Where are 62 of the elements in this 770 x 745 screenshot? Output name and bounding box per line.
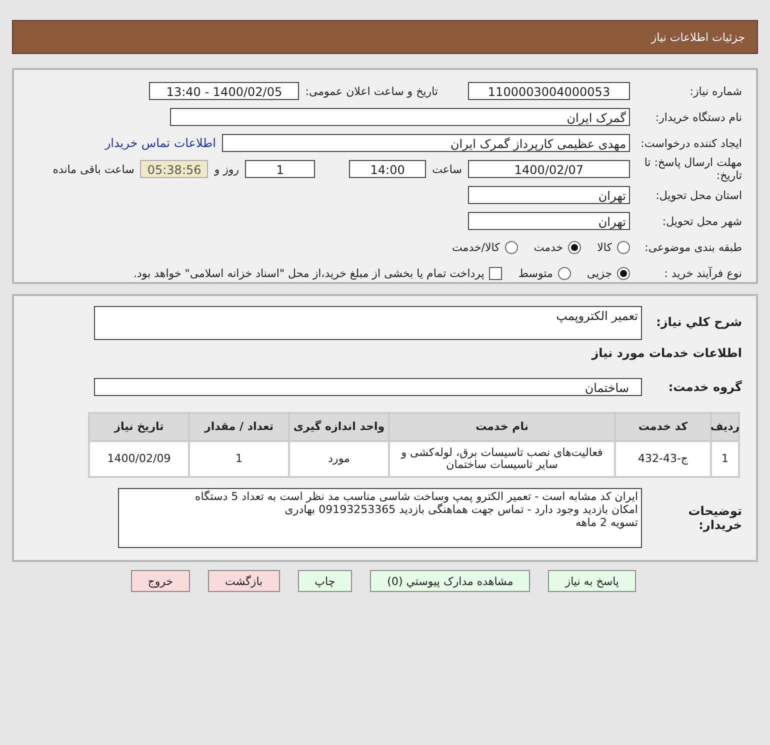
column-header: ردیف — [711, 413, 739, 441]
radio-button[interactable] — [617, 240, 630, 254]
buyer-contact-link[interactable]: اطلاعات تماس خریدار — [104, 136, 216, 150]
notes-line: تسویه 2 ماهه — [574, 516, 638, 529]
table-cell: 1 — [711, 441, 739, 477]
field-label: نام دستگاه خریدار: — [654, 110, 742, 124]
radio-label: جزیی — [586, 266, 612, 280]
requester-field: مهدی عظیمی کارپرداز گمرک ایران — [222, 134, 630, 152]
announce-date-field: 1400/02/05 - 13:40 — [149, 82, 300, 100]
table-cell: ج-43-432 — [615, 441, 711, 477]
table-cell: 1400/02/09 — [89, 441, 189, 477]
field-label: توضیحات خریدار: — [687, 504, 742, 532]
field-label: گروه خدمت: — [667, 380, 742, 394]
radio-label: کالا/خدمت — [452, 240, 500, 254]
field-label: مهلت ارسال پاسخ: تا تاریخ: — [643, 156, 742, 182]
column-header: تعداد / مقدار — [189, 413, 289, 441]
page-title: جزئیات اطلاعات نیاز — [651, 30, 745, 44]
action-button[interactable]: خروج — [130, 570, 190, 592]
radio-button[interactable] — [568, 240, 582, 254]
service-group-field: ساختمان — [94, 378, 642, 396]
province-field: تهران — [468, 186, 630, 204]
checkbox-label: پرداخت تمام یا بخشی از مبلغ خرید،از محل "اسناد خزانه اسلامی" خواهد بود. — [134, 266, 484, 280]
radio-label: متوسط — [518, 266, 553, 280]
field-label: طبقه بندی موضوعی: — [644, 240, 742, 254]
radio-label: خدمت — [534, 240, 564, 254]
field-label: استان محل تحویل: — [654, 188, 742, 202]
action-button[interactable]: چاپ — [298, 570, 352, 592]
table-cell: مورد — [289, 441, 389, 477]
field-label: شماره نیاز: — [688, 84, 742, 98]
radio-button[interactable] — [617, 266, 630, 280]
field-label: ایجاد کننده درخواست: — [640, 136, 742, 150]
field-label: نوع فرآیند خرید : — [663, 266, 742, 280]
field-label: ساعت — [432, 162, 462, 176]
radio-button[interactable] — [558, 266, 571, 280]
table-cell: 1 — [189, 441, 289, 477]
field-label: روز و — [214, 162, 240, 176]
action-button[interactable]: مشاهده مدارک پیوستي (0) — [370, 570, 530, 592]
city-field: تهران — [468, 212, 630, 230]
field-label: ساعت باقی مانده — [52, 162, 134, 176]
buyer-org-field: گمرک ایران — [170, 108, 630, 126]
column-header: واحد اندازه گیری — [289, 413, 389, 441]
section-heading: اطلاعات خدمات مورد نیاز — [592, 346, 742, 360]
column-header: کد خدمت — [615, 413, 711, 441]
notes-line: امکان بازدید وجود دارد - تماس جهت هماهنگی بازدید 09193253365 بهادری — [284, 503, 638, 516]
radio-label: کالا — [597, 240, 612, 254]
need-number-field: 1100003004000053 — [468, 82, 630, 100]
column-header: تاریخ نیاز — [89, 413, 189, 441]
column-header: نام خدمت — [389, 413, 615, 441]
radio-button[interactable] — [504, 240, 518, 254]
notes-line: ایران کد مشابه است - تعمیر الکترو پمپ وساخت شاسی مناسب مد نظر است به تعداد 5 دستگاه — [194, 490, 638, 503]
description-field: تعمیر الکتروپمپ — [94, 306, 642, 340]
deadline-date-field: 1400/02/07 — [468, 160, 630, 178]
field-label: شرح كلي نياز: — [655, 315, 742, 329]
field-label: تاریخ و ساعت اعلان عمومی: — [305, 84, 438, 98]
table-cell: فعالیت‌های نصب تاسیسات برق، لوله‌کشی و سایر تاسیسات ساختمان — [389, 441, 615, 477]
days-field: 1 — [245, 160, 316, 178]
deadline-time-field: 14:00 — [349, 160, 426, 178]
checkbox[interactable] — [489, 266, 502, 280]
field-label: شهر محل تحویل: — [661, 214, 742, 228]
action-button[interactable]: پاسخ به نیاز — [548, 570, 636, 592]
action-button[interactable]: بازگشت — [208, 570, 280, 592]
remaining-time-field: 05:38:56 — [140, 160, 208, 178]
